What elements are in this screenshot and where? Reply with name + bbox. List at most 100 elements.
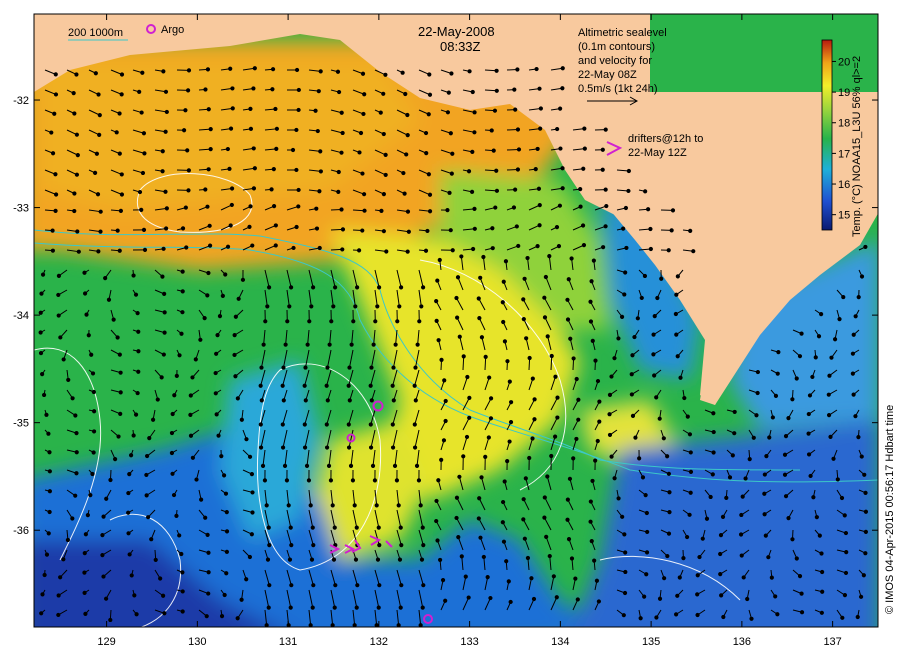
velocity-arrow-head — [227, 166, 232, 171]
velocity-arrow-head — [267, 583, 272, 588]
velocity-arrow-head — [581, 166, 586, 171]
velocity-arrow-head — [91, 450, 96, 455]
velocity-arrow-head — [543, 274, 548, 280]
velocity-arrow-head — [83, 532, 88, 537]
velocity-arrow-head — [315, 128, 320, 134]
velocity-arrow-head — [331, 557, 337, 562]
velocity-arrow-head — [177, 353, 182, 358]
velocity-arrow-head — [494, 88, 499, 93]
velocity-arrow-head — [666, 248, 671, 253]
velocity-arrow-head — [310, 605, 315, 610]
velocity-arrow-head — [132, 593, 137, 598]
velocity-arrow-head — [481, 554, 486, 560]
velocity-arrow-head — [174, 513, 179, 518]
velocity-arrow-head — [333, 583, 338, 588]
velocity-arrow-head — [418, 503, 423, 508]
velocity-arrow-head — [592, 558, 597, 563]
velocity-arrow-head — [93, 71, 98, 76]
velocity-arrow-head — [426, 112, 431, 117]
velocity-arrow-head — [377, 583, 382, 588]
velocity-arrow-head — [697, 554, 702, 560]
velocity-arrow-head — [353, 304, 358, 309]
velocity-arrow-head — [466, 169, 472, 174]
velocity-arrow-head — [326, 463, 332, 468]
velocity-arrow-head — [91, 389, 96, 395]
velocity-arrow-head — [530, 376, 535, 381]
velocity-arrow-head — [397, 304, 402, 309]
velocity-arrow-head — [258, 445, 264, 450]
velocity-arrow-head — [205, 67, 211, 72]
velocity-arrow-head — [259, 365, 264, 370]
velocity-arrow-head — [538, 106, 543, 111]
velocity-arrow-head — [675, 354, 680, 359]
velocity-arrow-head — [538, 126, 543, 131]
date-label: 22-May-2008 — [418, 24, 495, 39]
velocity-arrow-head — [155, 397, 160, 402]
velocity-arrow-head — [794, 376, 799, 381]
velocity-arrow-head — [609, 374, 614, 379]
velocity-arrow-head — [163, 89, 169, 94]
velocity-arrow-head — [665, 454, 670, 459]
velocity-arrow-head — [573, 576, 578, 581]
velocity-arrow-head — [92, 409, 97, 414]
velocity-arrow-head — [286, 623, 291, 627]
velocity-arrow-head — [654, 395, 659, 400]
velocity-arrow-head — [203, 87, 208, 92]
velocity-arrow-head — [391, 365, 396, 370]
velocity-arrow-head — [42, 572, 47, 578]
velocity-arrow-head — [832, 337, 838, 342]
velocity-arrow-head — [117, 352, 122, 357]
velocity-arrow-head — [861, 573, 866, 578]
velocity-arrow-head — [674, 612, 679, 617]
velocity-arrow-head — [578, 187, 583, 192]
velocity-arrow-head — [49, 130, 54, 135]
velocity-arrow-head — [521, 497, 526, 502]
velocity-arrow-head — [351, 319, 356, 324]
velocity-arrow-head — [863, 509, 869, 514]
velocity-arrow-head — [50, 151, 56, 156]
velocity-arrow-head — [219, 454, 224, 459]
velocity-arrow-head — [289, 285, 294, 290]
velocity-arrow-head — [819, 610, 824, 615]
velocity-arrow-head — [224, 571, 229, 576]
velocity-arrow-head — [454, 515, 459, 521]
velocity-arrow-head — [82, 270, 87, 275]
velocity-arrow-head — [455, 275, 461, 280]
velocity-arrow-head — [435, 538, 440, 543]
velocity-arrow-head — [769, 575, 774, 580]
velocity-arrow-head — [589, 539, 594, 544]
velocity-arrow-head — [136, 369, 141, 374]
velocity-arrow-head — [674, 332, 679, 337]
velocity-arrow-head — [719, 593, 724, 598]
velocity-arrow-head — [362, 192, 367, 197]
colorbar-tick-label: 17 — [838, 148, 850, 160]
velocity-arrow-head — [271, 204, 277, 209]
velocity-arrow-head — [811, 495, 816, 500]
velocity-arrow-head — [375, 304, 380, 309]
velocity-arrow-head — [721, 614, 726, 620]
velocity-arrow-head — [511, 205, 517, 210]
velocity-arrow-head — [324, 383, 329, 388]
velocity-arrow-head — [767, 435, 772, 440]
velocity-arrow-head — [318, 69, 323, 74]
velocity-arrow-head — [260, 463, 266, 468]
velocity-arrow-head — [688, 228, 693, 233]
velocity-arrow-head — [186, 188, 191, 193]
velocity-arrow-head — [500, 520, 505, 525]
velocity-arrow-head — [593, 358, 598, 363]
velocity-arrow-head — [39, 611, 44, 616]
velocity-arrow-head — [476, 516, 481, 521]
velocity-arrow-head — [547, 254, 552, 259]
velocity-arrow-head — [553, 374, 558, 379]
velocity-arrow-head — [619, 314, 625, 319]
velocity-arrow-head — [164, 226, 169, 231]
colorbar-tick-label: 20 — [838, 56, 850, 68]
velocity-arrow-head — [862, 472, 867, 477]
velocity-arrow-head — [199, 497, 204, 502]
velocity-arrow-head — [53, 192, 59, 197]
velocity-arrow-head — [357, 150, 362, 155]
velocity-arrow-head — [782, 452, 788, 457]
velocity-arrow-head — [443, 398, 448, 404]
velocity-arrow-head — [198, 337, 203, 342]
velocity-arrow-head — [819, 551, 824, 556]
